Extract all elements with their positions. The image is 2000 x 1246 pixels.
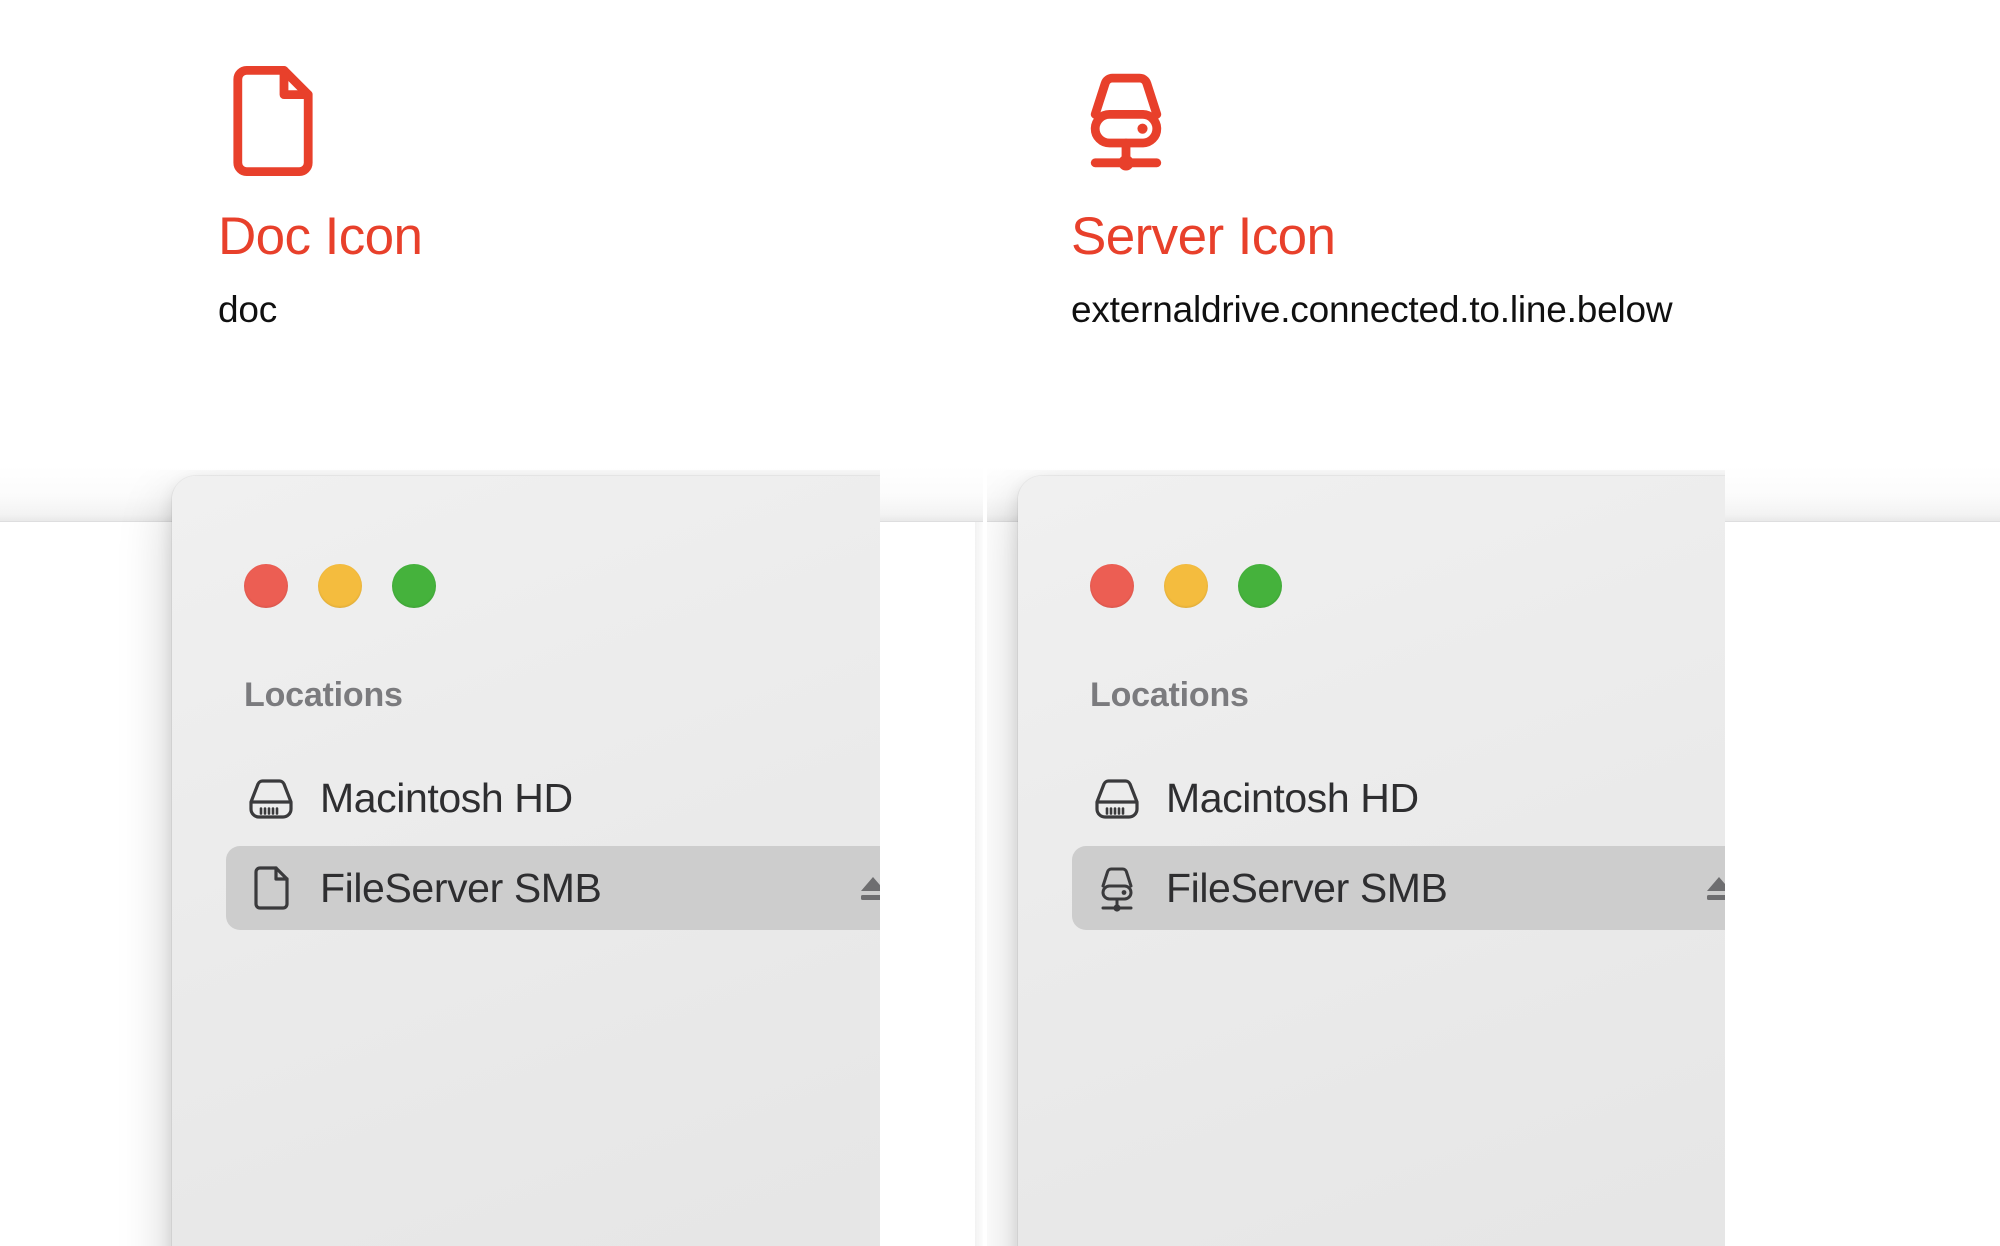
spec-block-server: Server Icon externaldrive.connected.to.l… xyxy=(985,0,1673,334)
spec-symbol-name: externaldrive.connected.to.line.below xyxy=(1071,289,1673,331)
eject-icon[interactable] xyxy=(856,871,880,905)
sidebar-section-header: Locations xyxy=(1090,676,1249,714)
spec-title: Server Icon xyxy=(1071,207,1336,266)
internal-drive-icon xyxy=(1090,771,1144,825)
sidebar-section-header: Locations xyxy=(244,676,403,714)
spec-title: Doc Icon xyxy=(218,207,423,266)
close-button[interactable] xyxy=(1090,564,1134,608)
window-clip-doc: Locations Macintosh HD FileServer SMB xyxy=(0,470,880,1246)
zoom-button[interactable] xyxy=(1238,564,1282,608)
internal-drive-icon xyxy=(244,771,298,825)
spec-symbol-name: doc xyxy=(218,289,278,331)
sidebar-list: Macintosh HD FileServer SMB xyxy=(226,756,880,936)
finder-window: Locations Macintosh HD FileServer SMB xyxy=(1018,476,1725,1246)
zoom-button[interactable] xyxy=(392,564,436,608)
server-icon xyxy=(1090,861,1144,915)
window-clip-server: Locations Macintosh HD FileServer SMB xyxy=(985,470,1725,1246)
spec-column-server: Server Icon externaldrive.connected.to.l… xyxy=(985,0,2000,1246)
spec-block-doc: Doc Icon doc xyxy=(218,0,818,334)
server-icon xyxy=(1090,73,1162,171)
sidebar-item-label: FileServer SMB xyxy=(320,864,602,911)
sidebar-item-macintosh-hd[interactable]: Macintosh HD xyxy=(226,756,880,840)
spec-column-doc: Doc Icon doc Locations Macintosh HD File… xyxy=(0,0,985,1246)
traffic-lights xyxy=(244,564,436,608)
doc-icon xyxy=(244,861,298,915)
sidebar-item-label: FileServer SMB xyxy=(1166,864,1448,911)
traffic-lights xyxy=(1090,564,1282,608)
finder-window: Locations Macintosh HD FileServer SMB xyxy=(172,476,880,1246)
column-seam xyxy=(983,0,987,1246)
close-button[interactable] xyxy=(244,564,288,608)
sidebar-item-label: Macintosh HD xyxy=(320,774,573,821)
sidebar-item-label: Macintosh HD xyxy=(1166,774,1419,821)
sidebar-item-fileserver-smb[interactable]: FileServer SMB xyxy=(226,846,880,930)
minimize-button[interactable] xyxy=(1164,564,1208,608)
comparison-stage: Doc Icon doc Locations Macintosh HD File… xyxy=(0,0,2000,1246)
eject-icon[interactable] xyxy=(1702,871,1725,905)
doc-icon xyxy=(233,66,313,176)
sidebar-item-macintosh-hd[interactable]: Macintosh HD xyxy=(1072,756,1725,840)
minimize-button[interactable] xyxy=(318,564,362,608)
sidebar-list: Macintosh HD FileServer SMB xyxy=(1072,756,1725,936)
sidebar-item-fileserver-smb[interactable]: FileServer SMB xyxy=(1072,846,1725,930)
